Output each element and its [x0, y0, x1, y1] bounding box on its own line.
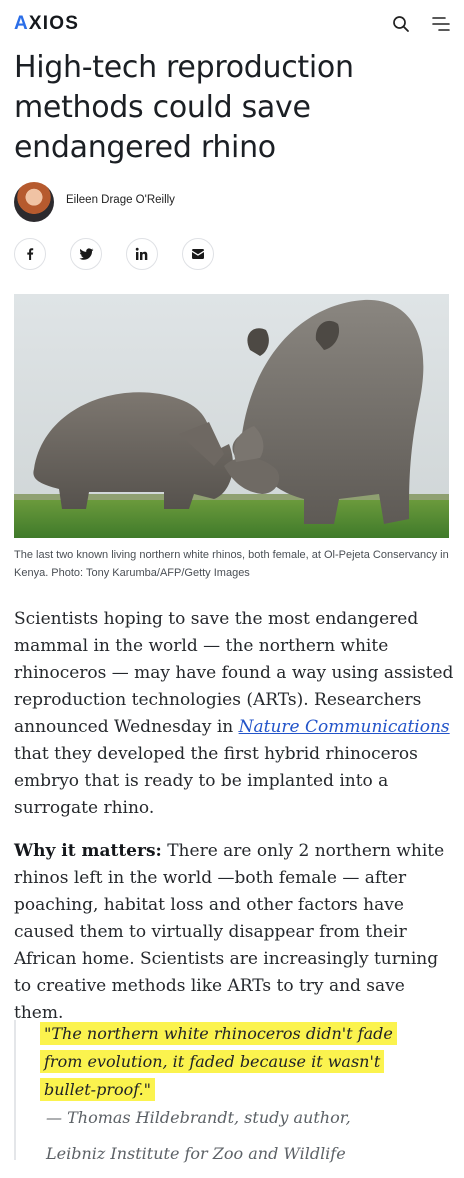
facebook-icon [27, 248, 34, 260]
image-caption: The last two known living northern white… [14, 549, 449, 579]
why-it-matters-label: Why it matters: [14, 841, 162, 861]
email-icon [192, 249, 204, 259]
author-name[interactable]: Eileen Drage O'Reilly [66, 194, 175, 206]
paragraph-1-text-end: that they developed the first hybrid rhi… [14, 744, 418, 818]
article-title: High-tech reproduction methods could sav… [14, 50, 354, 165]
menu-button[interactable] [430, 13, 452, 35]
share-email-button[interactable] [182, 238, 214, 270]
logo-wordmark: XIOS [28, 13, 80, 34]
twitter-icon [78, 247, 93, 260]
top-navigation-bar: AXIOS [0, 0, 464, 46]
highlighted-quote: "The northern white rhinoceros didn't fa… [40, 1020, 420, 1104]
paragraph-2-text: There are only 2 northern white rhinos l… [14, 841, 445, 1023]
share-twitter-button[interactable] [70, 238, 102, 270]
article-paragraph-1: Scientists hoping to save the most endan… [14, 606, 454, 822]
byline: Eileen Drage O'Reilly [14, 182, 314, 222]
author-avatar[interactable] [14, 182, 54, 222]
logo-accent-letter: A [14, 13, 29, 34]
pull-quote: "The northern white rhinoceros didn't fa… [14, 1020, 454, 1163]
search-icon [393, 16, 409, 32]
hero-image-two-rhinos [14, 294, 449, 538]
quote-attribution: — Thomas Hildebrandt, study author, Leib… [46, 1108, 351, 1163]
quote-text: "The northern white rhinoceros didn't fa… [40, 1022, 397, 1101]
article-paragraph-2: Why it matters: There are only 2 norther… [14, 838, 454, 1027]
nature-communications-link[interactable]: Nature Communications [239, 717, 450, 737]
axios-logo[interactable]: AXIOS [14, 13, 79, 35]
rhino-photo [14, 294, 449, 538]
search-button[interactable] [390, 13, 412, 35]
share-facebook-button[interactable] [14, 238, 46, 270]
hamburger-menu-icon [432, 17, 450, 31]
linkedin-icon [135, 247, 148, 260]
share-linkedin-button[interactable] [126, 238, 158, 270]
